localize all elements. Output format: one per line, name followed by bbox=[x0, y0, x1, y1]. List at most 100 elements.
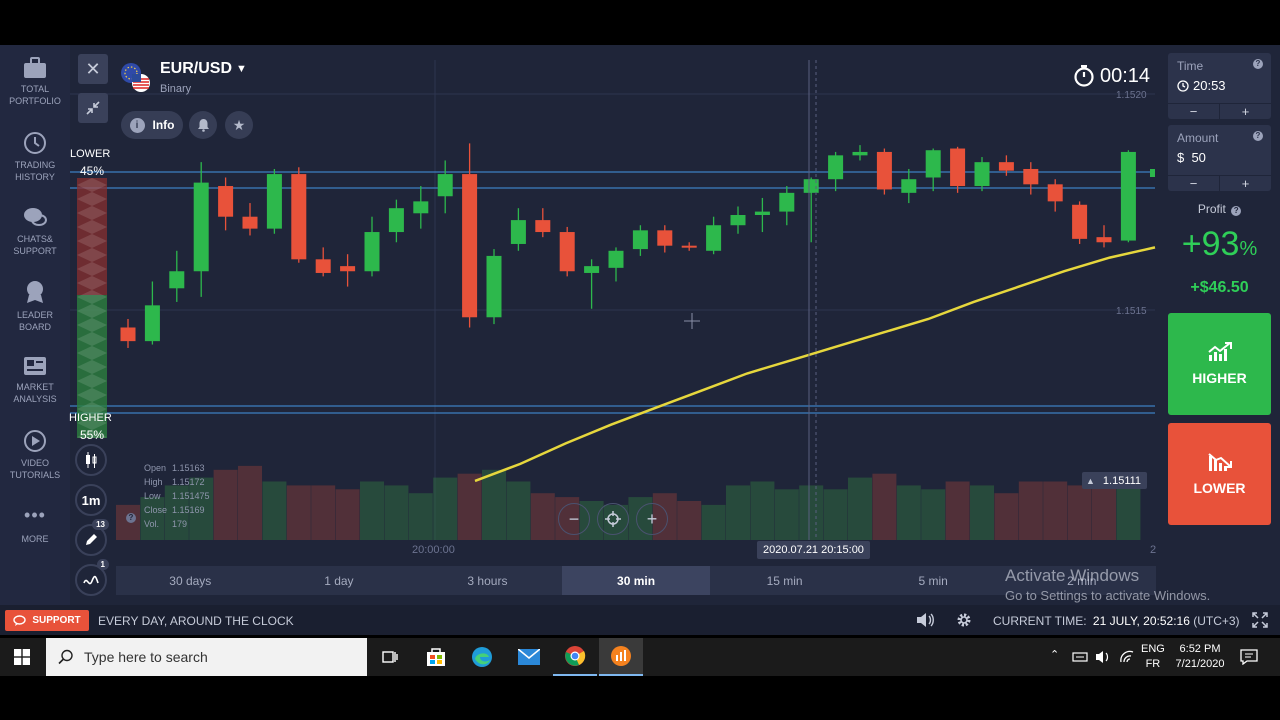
task-view-button[interactable] bbox=[368, 638, 412, 676]
sidebar-item-label: TRADING bbox=[14, 160, 56, 170]
sidebar-item-label: BOARD bbox=[18, 322, 51, 332]
sidebar-item-label: CHATS& bbox=[17, 234, 53, 244]
volume-bar bbox=[701, 504, 726, 540]
timeframe-3-hours[interactable]: 3 hours bbox=[413, 566, 562, 595]
asset-selector[interactable]: EUR/USD ▼ Binary bbox=[120, 59, 260, 95]
time-increase-button[interactable]: + bbox=[1220, 104, 1271, 119]
volume-icon[interactable] bbox=[915, 612, 935, 628]
support-label: SUPPORT bbox=[32, 615, 81, 626]
notifications-icon[interactable] bbox=[1240, 649, 1258, 665]
tray-chevron-up-icon[interactable]: ⌃ bbox=[1050, 648, 1059, 661]
profit-percent-sign: % bbox=[1239, 238, 1258, 260]
amount-value[interactable]: $ 50 bbox=[1177, 150, 1206, 165]
wifi-icon[interactable] bbox=[1119, 650, 1135, 664]
help-icon[interactable]: ? bbox=[1253, 131, 1263, 141]
eu-us-flags-icon bbox=[121, 63, 150, 92]
expiry-time-box[interactable]: Time ? 20:53 − + bbox=[1168, 53, 1271, 119]
volume-bar bbox=[286, 485, 311, 540]
collapse-button[interactable] bbox=[78, 93, 108, 123]
taskbar-clock[interactable]: 6:52 PM 7/21/2020 bbox=[1170, 642, 1230, 672]
volume-bar bbox=[238, 465, 262, 540]
x-axis-cursor-label: 2020.07.21 20:15:00 bbox=[757, 541, 870, 559]
language-indicator[interactable]: ENG FR bbox=[1141, 642, 1165, 672]
timeframe-30-days[interactable]: 30 days bbox=[116, 566, 265, 595]
chevron-down-icon: ▼ bbox=[236, 63, 247, 75]
pencil-icon bbox=[86, 534, 97, 545]
candle-body bbox=[925, 150, 941, 178]
clock-date: 7/21/2020 bbox=[1175, 658, 1225, 670]
interval-button[interactable]: 1m bbox=[75, 484, 107, 516]
higher-button[interactable]: HIGHER bbox=[1168, 313, 1271, 415]
sidebar-item-trading-history[interactable]: TRADING HISTORY bbox=[0, 131, 70, 183]
volume-bar bbox=[1018, 481, 1043, 540]
sidebar-item-more[interactable]: ••• MORE bbox=[0, 506, 70, 545]
ohlc-label: Low bbox=[144, 491, 161, 501]
mail-envelope-icon bbox=[518, 649, 540, 665]
chrome-app[interactable] bbox=[553, 638, 597, 676]
amount-decrease-button[interactable]: − bbox=[1168, 176, 1220, 191]
support-button[interactable]: SUPPORT bbox=[5, 610, 89, 631]
timeframe-30-min[interactable]: 30 min bbox=[561, 566, 711, 595]
ohlc-value: 179 bbox=[172, 519, 188, 529]
volume-bar bbox=[848, 477, 872, 540]
start-button[interactable] bbox=[0, 638, 44, 676]
network-device-icon[interactable] bbox=[1072, 651, 1088, 663]
sidebar-item-label: TOTAL bbox=[20, 84, 50, 94]
stopwatch-icon bbox=[1074, 65, 1094, 87]
sidebar-item-video-tutorials[interactable]: VIDEO TUTORIALS bbox=[0, 429, 70, 481]
crosshair-icon bbox=[605, 511, 621, 527]
timeframe-1-day[interactable]: 1 day bbox=[265, 566, 414, 595]
sidebar-item-leaderboard[interactable]: LEADER BOARD bbox=[0, 279, 70, 333]
edge-app[interactable] bbox=[460, 638, 504, 676]
alert-button[interactable] bbox=[189, 111, 217, 139]
price-label-top: 1.1520 bbox=[1116, 90, 1147, 101]
amount-box[interactable]: Amount ? $ 50 − + bbox=[1168, 125, 1271, 191]
timeframe-15-min[interactable]: 15 min bbox=[710, 566, 859, 595]
profit-amount: +$46.50 bbox=[1190, 279, 1249, 296]
current-time-label: CURRENT TIME: bbox=[993, 614, 1087, 628]
drawing-tools-button[interactable]: 13 bbox=[75, 519, 109, 556]
close-chart-button[interactable]: ✕ bbox=[78, 54, 108, 84]
taskbar-search[interactable]: Type here to search bbox=[46, 638, 367, 676]
chat-bubbles-icon bbox=[24, 208, 47, 226]
lower-button[interactable]: LOWER bbox=[1168, 423, 1271, 525]
volume-bar bbox=[823, 489, 848, 540]
sidebar-item-label: TUTORIALS bbox=[9, 470, 61, 480]
briefcase-icon bbox=[24, 57, 46, 78]
settings-gear-icon[interactable] bbox=[956, 612, 972, 628]
candle-body bbox=[486, 255, 502, 318]
windows-logo-icon bbox=[14, 649, 30, 665]
candle-body bbox=[315, 259, 331, 273]
chart-type-button[interactable] bbox=[75, 444, 107, 476]
volume-bar bbox=[872, 473, 897, 540]
trend-down-icon bbox=[1207, 453, 1232, 471]
mail-app[interactable] bbox=[507, 638, 551, 676]
support-text: EVERY DAY, AROUND THE CLOCK bbox=[98, 614, 294, 628]
candle-body bbox=[828, 155, 844, 180]
zoom-out-button[interactable]: − bbox=[558, 503, 590, 535]
store-app[interactable] bbox=[414, 638, 458, 676]
sidebar-item-market-analysis[interactable]: MARKET ANALYSIS bbox=[0, 355, 70, 405]
candle-body bbox=[901, 179, 917, 193]
fullscreen-icon[interactable] bbox=[1252, 612, 1268, 628]
info-button[interactable]: i Info bbox=[121, 111, 183, 139]
favorite-button[interactable]: ★ bbox=[225, 111, 253, 139]
timeframe-5-min[interactable]: 5 min bbox=[859, 566, 1008, 595]
activation-watermark: Activate Windows Go to Settings to activ… bbox=[1005, 566, 1210, 603]
candle-body bbox=[706, 225, 722, 251]
amount-increase-button[interactable]: + bbox=[1220, 176, 1271, 191]
current-price-tag: ▲ 1.15111 bbox=[1082, 472, 1148, 489]
zoom-in-button[interactable]: + bbox=[636, 503, 668, 535]
sidebar-item-total-portfolio[interactable]: TOTAL PORTFOLIO bbox=[0, 57, 70, 107]
ohlc-help-icon[interactable]: ? bbox=[126, 513, 136, 523]
indicators-button[interactable]: 1 bbox=[75, 559, 109, 596]
sidebar-item-chats-support[interactable]: CHATS& SUPPORT bbox=[0, 205, 70, 257]
help-icon[interactable]: ? bbox=[1231, 206, 1242, 216]
candle-body bbox=[535, 220, 551, 233]
crosshair-button[interactable] bbox=[597, 503, 629, 535]
help-icon[interactable]: ? bbox=[1253, 59, 1263, 69]
time-decrease-button[interactable]: − bbox=[1168, 104, 1220, 119]
trading-app-taskbar[interactable] bbox=[599, 638, 643, 676]
candle-body bbox=[779, 192, 795, 212]
speaker-icon[interactable] bbox=[1095, 650, 1111, 664]
